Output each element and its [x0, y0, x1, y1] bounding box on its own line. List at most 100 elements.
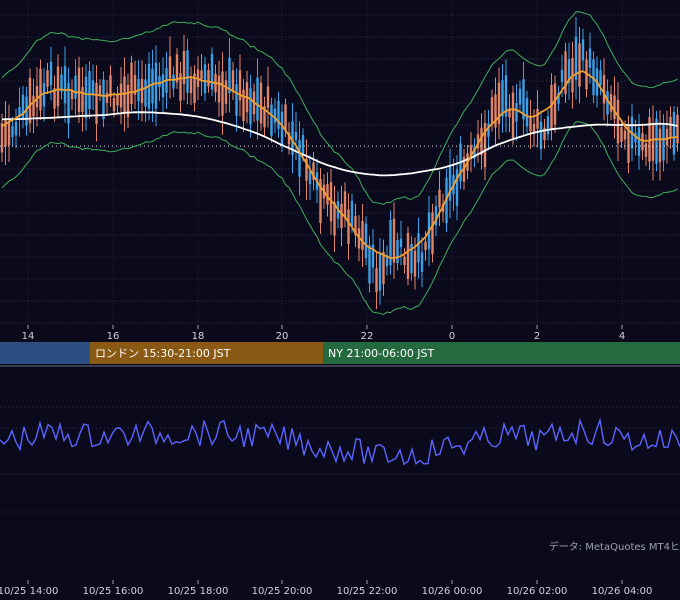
- candle-body: [662, 125, 665, 161]
- x-tick-label: 16: [107, 331, 120, 342]
- candle-body: [32, 95, 35, 117]
- candle-body: [42, 83, 46, 107]
- candle-body: [116, 94, 119, 106]
- candle-body: [403, 256, 406, 266]
- candle-body: [424, 241, 427, 251]
- candle-body: [396, 240, 399, 264]
- candle-body: [49, 61, 53, 86]
- candle-body: [539, 121, 543, 150]
- candle-body: [102, 79, 105, 120]
- candle-body: [270, 104, 273, 136]
- candle-body: [0, 123, 4, 153]
- candle-body: [669, 116, 672, 139]
- candle-body: [399, 238, 403, 248]
- candle-body: [658, 128, 662, 163]
- candle-body: [84, 76, 88, 118]
- candle-body: [518, 88, 522, 105]
- osc-x-tick-label: 10/25 22:00: [337, 586, 398, 597]
- candle-body: [581, 39, 585, 61]
- main-x-axis: 14 16 18 20 22 0 2 4: [0, 325, 680, 342]
- candle-body: [172, 74, 175, 89]
- session-label: ロンドン 15:30-21:00 JST: [95, 347, 231, 360]
- candle-body: [224, 80, 228, 104]
- candle-body: [259, 82, 263, 124]
- candle-body: [480, 127, 483, 156]
- candle-body: [613, 95, 616, 120]
- candle-body: [14, 121, 18, 136]
- candle-body: [203, 64, 207, 94]
- candle-body: [420, 252, 424, 272]
- candle-body: [651, 125, 655, 161]
- session-segment: [0, 342, 90, 364]
- candle-body: [88, 70, 91, 110]
- candle-body: [210, 53, 214, 90]
- candle-body: [140, 78, 144, 103]
- candle-body: [112, 97, 116, 112]
- osc-x-tick-label: 10/25 14:00: [0, 586, 58, 597]
- chart-canvas: 14 16 18 20 22 0 2 4 ロンドン 15:30-21:00 JST NY 21:…: [0, 0, 680, 600]
- candle-body: [189, 78, 193, 94]
- candle-body: [98, 85, 102, 95]
- candle-body: [364, 223, 368, 259]
- candle-body: [375, 268, 378, 293]
- candle-body: [536, 108, 539, 129]
- osc-x-tick-label: 10/25 20:00: [252, 586, 313, 597]
- x-tick-label: 2: [534, 331, 540, 342]
- candle-body: [221, 71, 224, 116]
- candle-body: [347, 209, 350, 244]
- candle-body: [242, 89, 245, 122]
- x-tick-label: 14: [22, 331, 35, 342]
- candle-body: [620, 127, 623, 142]
- candle-body: [46, 70, 49, 87]
- candle-body: [343, 191, 347, 219]
- axis-bg: [0, 325, 680, 341]
- osc-x-tick-label: 10/26 02:00: [507, 586, 568, 597]
- x-tick-label: 18: [192, 331, 205, 342]
- candle-body: [455, 169, 459, 206]
- candle-body: [91, 80, 95, 95]
- candle-body: [168, 56, 172, 79]
- candle-body: [11, 126, 14, 138]
- candle-body: [368, 244, 371, 284]
- candle-body: [637, 127, 641, 157]
- candle-body: [39, 68, 42, 111]
- candle-body: [438, 189, 441, 208]
- candle-body: [560, 69, 564, 83]
- x-tick-label: 0: [449, 331, 455, 342]
- candle-body: [406, 232, 410, 279]
- candle-body: [277, 100, 280, 129]
- candle-body: [431, 212, 434, 255]
- candle-body: [644, 143, 648, 157]
- candle-body: [7, 121, 11, 146]
- candle-body: [676, 114, 679, 144]
- candle-body: [77, 67, 81, 112]
- candle-body: [672, 112, 676, 155]
- osc-x-tick-label: 10/25 18:00: [168, 586, 229, 597]
- candle-body: [350, 200, 354, 227]
- candle-body: [599, 70, 602, 86]
- candle-body: [490, 97, 494, 124]
- osc-x-tick-label: 10/25 16:00: [83, 586, 144, 597]
- candle-body: [511, 92, 515, 138]
- candle-body: [256, 77, 259, 121]
- candle-body: [641, 133, 644, 151]
- candle-body: [21, 94, 25, 120]
- candle-body: [81, 87, 84, 112]
- x-tick-label: 20: [276, 331, 289, 342]
- candle-body: [616, 99, 620, 144]
- candle-body: [553, 83, 557, 125]
- session-label: NY 21:00-06:00 JST: [328, 347, 435, 360]
- candle-body: [361, 220, 364, 250]
- candle-body: [529, 117, 532, 132]
- candle-body: [301, 135, 305, 155]
- candle-body: [487, 123, 490, 137]
- candle-body: [231, 70, 235, 92]
- candle-body: [235, 84, 238, 116]
- candle-body: [284, 104, 287, 131]
- candle-body: [532, 123, 536, 132]
- candle-body: [655, 118, 658, 164]
- candle-body: [448, 166, 452, 201]
- candle-body: [273, 108, 277, 123]
- candle-body: [119, 83, 123, 108]
- candle-body: [144, 79, 147, 107]
